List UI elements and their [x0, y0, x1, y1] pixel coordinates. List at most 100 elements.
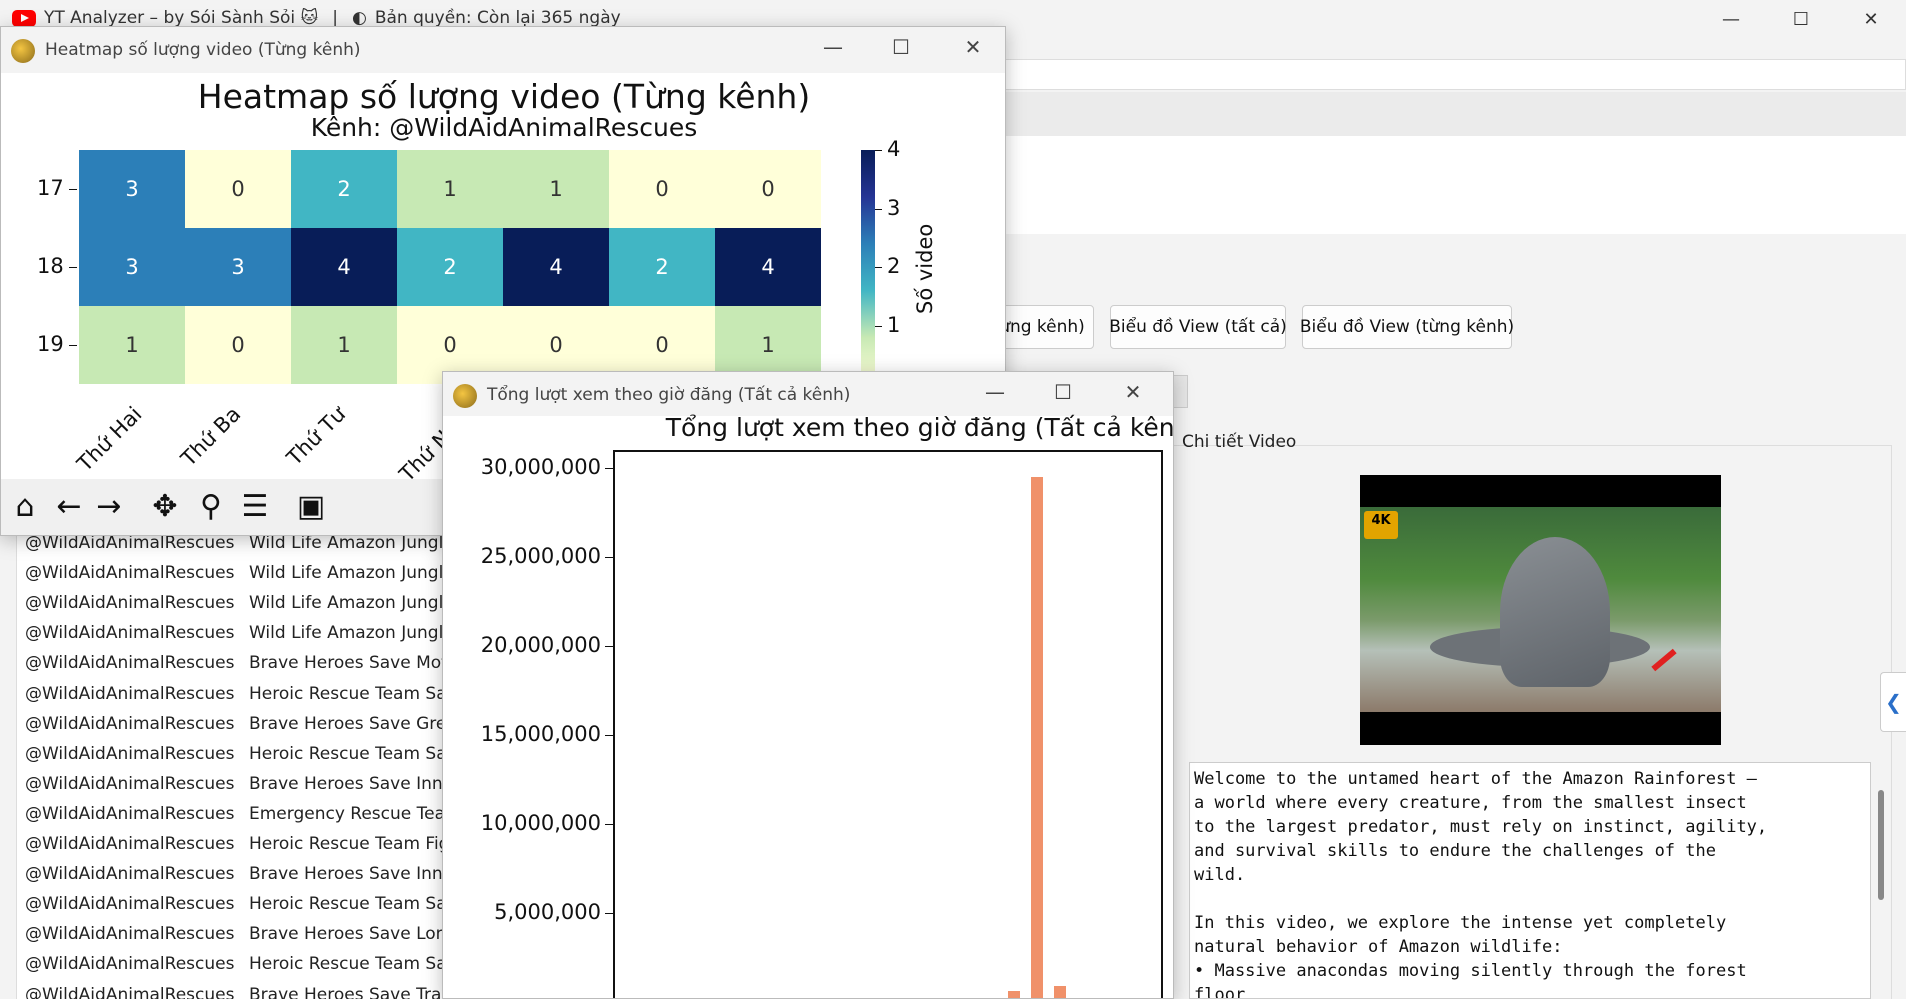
view-chart-all-button[interactable]: Biểu đồ View (tất cả): [1109, 305, 1287, 349]
list-item[interactable]: @WildAidAnimalRescues Brave Heroes Save G…: [17, 709, 446, 739]
description-scrollbar[interactable]: [1878, 790, 1884, 900]
chevron-left-icon[interactable]: ❮: [1880, 672, 1906, 732]
red-arrow-icon: [1651, 648, 1677, 672]
heatmap-cell: 3: [79, 228, 185, 306]
list-item-title: Heroic Rescue Team Sav: [249, 954, 446, 975]
minimize-button[interactable]: —: [1696, 0, 1766, 38]
heatmap-cell: 3: [185, 228, 291, 306]
colorbar-tick: [875, 325, 882, 327]
list-item-channel: @WildAidAnimalRescues: [25, 803, 235, 824]
list-item-channel: @WildAidAnimalRescues: [25, 984, 235, 999]
heatmap-cell: 4: [715, 228, 821, 306]
heatmap-cell: 1: [503, 150, 609, 228]
colorbar-label: Số video: [913, 223, 937, 314]
heatmap-title: Heatmap số lượng video (Từng kênh): [197, 77, 811, 116]
list-item[interactable]: @WildAidAnimalRescues Brave Heroes Save I…: [17, 859, 446, 889]
anaconda-head: [1500, 537, 1610, 687]
list-item-channel: @WildAidAnimalRescues: [25, 864, 235, 885]
colorbar-tick: [875, 150, 882, 151]
heatmap-subtitle: Kênh: @WildAidAnimalRescues: [310, 113, 698, 142]
colorbar-tick-label: 4: [887, 137, 901, 161]
list-item-title: Heroic Rescue Team Figl: [249, 834, 446, 854]
list-item[interactable]: @WildAidAnimalRescues Wild Life Amazon Ju…: [17, 588, 446, 618]
list-item[interactable]: @WildAidAnimalRescues Heroic Rescue Team …: [17, 949, 446, 979]
bar-y-tick: [605, 912, 613, 914]
list-item[interactable]: @WildAidAnimalRescues Brave Heroes Save M…: [17, 648, 446, 678]
list-item-channel: @WildAidAnimalRescues: [25, 924, 235, 945]
list-item-channel: @WildAidAnimalRescues: [25, 834, 235, 854]
colorbar-tick-label: 2: [887, 254, 901, 278]
heatmap-column-label: Thứ Tư: [282, 402, 351, 471]
bar-y-tick-label: 30,000,000: [480, 454, 601, 479]
list-item[interactable]: @WildAidAnimalRescues Brave Heroes Save L…: [17, 919, 446, 949]
heatmap-row-tick: [69, 267, 77, 268]
list-item[interactable]: @WildAidAnimalRescues Heroic Rescue Team …: [17, 679, 446, 709]
bar-y-tick: [605, 734, 613, 736]
view-chart-channel-button[interactable]: Biểu đồ View (từng kênh): [1300, 305, 1514, 349]
video-list: @WildAidAnimalRescues Wild Life Amazon Ju…: [16, 530, 446, 999]
list-item[interactable]: @WildAidAnimalRescues Emergency Rescue Te…: [17, 799, 446, 829]
list-item[interactable]: @WildAidAnimalRescues Wild Life Amazon Ju…: [17, 558, 446, 588]
bar-y-tick-label: 10,000,000: [480, 810, 601, 835]
list-item[interactable]: @WildAidAnimalRescues Wild Life Amazon Ju…: [17, 618, 446, 648]
youtube-logo-icon: [12, 9, 36, 27]
bar: [1053, 985, 1067, 998]
list-item[interactable]: @WildAidAnimalRescues Heroic Rescue Team …: [17, 829, 446, 859]
bar-y-tick: [605, 556, 613, 558]
list-item[interactable]: @WildAidAnimalRescues Heroic Rescue Team …: [17, 739, 446, 769]
bar-y-tick: [605, 467, 613, 469]
video-description[interactable]: Welcome to the untamed heart of the Amaz…: [1189, 762, 1871, 999]
close-button[interactable]: ✕: [1836, 0, 1906, 38]
forward-arrow-icon[interactable]: →: [89, 489, 129, 524]
license-icon: ◐: [351, 8, 367, 28]
heatmap-column-label: Thứ Hai: [72, 402, 147, 476]
colorbar-tick-label: 3: [887, 195, 901, 220]
list-item[interactable]: @WildAidAnimalRescues Brave Heroes Save I…: [17, 769, 446, 799]
list-item-title: Wild Life Amazon Jungle: [249, 563, 446, 584]
maximize-button[interactable]: ☐: [1766, 0, 1836, 38]
list-item-channel: @WildAidAnimalRescues: [25, 954, 235, 975]
heatmap-row-tick: [69, 189, 77, 190]
heatmap-row-label: 18: [37, 254, 64, 278]
pan-icon[interactable]: ✥: [145, 489, 185, 524]
list-item-title: Brave Heroes Save Trapp: [249, 984, 446, 999]
list-item-title: Wild Life Amazon Jungle: [249, 533, 446, 553]
heatmap-cell: 2: [291, 150, 397, 228]
list-item-title: Brave Heroes Save Greed: [249, 713, 446, 734]
heatmap-row-label: 17: [37, 176, 64, 200]
heatmap-cell: 1: [79, 306, 185, 384]
list-item-title: Heroic Rescue Team Sav: [249, 743, 446, 764]
list-item-channel: @WildAidAnimalRescues: [25, 743, 235, 764]
heatmap-cell: 3: [79, 150, 185, 228]
list-item[interactable]: @WildAidAnimalRescues Brave Heroes Save T…: [17, 980, 446, 999]
list-item[interactable]: @WildAidAnimalRescues Heroic Rescue Team …: [17, 889, 446, 919]
list-item-title: Emergency Rescue Team: [249, 803, 446, 824]
list-item-channel: @WildAidAnimalRescues: [25, 623, 235, 644]
list-item-channel: @WildAidAnimalRescues: [25, 653, 235, 674]
back-arrow-icon[interactable]: ←: [49, 489, 89, 524]
heatmap-cell: 0: [715, 150, 821, 228]
zoom-icon[interactable]: ⚲: [191, 489, 231, 524]
list-item-title: Brave Heroes Save Lonel: [249, 924, 446, 945]
heatmap-row-label: 19: [37, 332, 64, 356]
video-thumbnail: 4K: [1360, 475, 1721, 745]
list-item-title: Wild Life Amazon Jungle: [249, 623, 446, 644]
heatmap-cell: 1: [397, 150, 503, 228]
video-detail-label: Chi tiết Video: [1182, 432, 1297, 452]
list-item-channel: @WildAidAnimalRescues: [25, 563, 235, 584]
heatmap-colorbar: [861, 150, 875, 384]
home-icon[interactable]: ⌂: [5, 489, 45, 524]
bar-y-tick-label: 25,000,000: [480, 543, 601, 568]
main-input[interactable]: [1000, 59, 1906, 90]
list-item-channel: @WildAidAnimalRescues: [25, 713, 235, 734]
list-item-channel: @WildAidAnimalRescues: [25, 683, 235, 704]
heatmap-cell: 2: [609, 228, 715, 306]
save-icon[interactable]: ▣: [291, 489, 331, 524]
list-item-title: Wild Life Amazon Jungle: [249, 593, 446, 614]
list-item-channel: @WildAidAnimalRescues: [25, 894, 235, 915]
list-item-title: Heroic Rescue Team Sav: [249, 683, 446, 704]
configure-icon[interactable]: ☰: [235, 489, 275, 524]
heatmap-cell: 4: [291, 228, 397, 306]
bar-window: Tổng lượt xem theo giờ đăng (Tất cả kênh…: [442, 371, 1174, 999]
main-panel: [1000, 136, 1906, 234]
